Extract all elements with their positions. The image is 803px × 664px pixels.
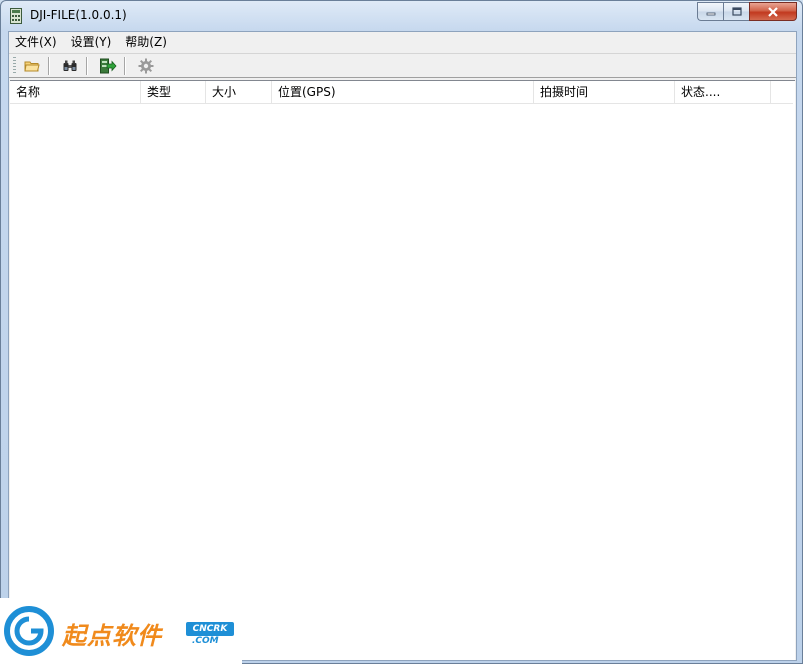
gear-icon [138,58,154,73]
menu-file[interactable]: 文件(X) [9,32,64,52]
watermark-badge: CNCRK [186,622,234,636]
watermark-brand: 起点软件 [62,621,162,650]
column-header-capture-time[interactable]: 拍摄时间 [534,81,675,103]
caption-buttons [697,2,797,22]
file-list[interactable]: 名称 类型 大小 位置(GPS) 拍摄时间 状态.... [10,80,795,660]
column-header-location[interactable]: 位置(GPS) [272,81,534,103]
column-header-name[interactable]: 名称 [10,81,141,103]
toolbar-separator [86,56,88,75]
watermark: 起点软件 CNCRK .COM [0,598,242,664]
watermark-logo-icon [4,606,54,656]
export-icon [100,58,117,73]
minimize-icon [706,12,715,15]
settings-button[interactable] [134,55,158,77]
toolbar [9,53,796,78]
maximize-button[interactable] [723,2,749,21]
toolbar-grip[interactable] [13,56,16,75]
toolbar-separator [124,56,126,75]
minimize-button[interactable] [697,2,723,21]
open-folder-button[interactable] [20,55,44,77]
column-header-size[interactable]: 大小 [206,81,272,103]
binoculars-icon [63,60,77,71]
watermark-domain: .COM [192,636,219,646]
folder-open-icon [24,61,40,71]
close-button[interactable] [749,2,797,21]
title-bar[interactable]: DJI-FILE(1.0.0.1) [1,1,802,31]
menu-help[interactable]: 帮助(Z) [118,32,174,52]
list-header: 名称 类型 大小 位置(GPS) 拍摄时间 状态.... [10,81,793,104]
toolbar-separator [48,56,50,75]
menu-settings[interactable]: 设置(Y) [64,32,119,52]
maximize-icon [731,7,742,16]
column-header-type[interactable]: 类型 [141,81,206,103]
app-icon [10,8,22,24]
export-button[interactable] [96,55,120,77]
close-icon [768,6,778,17]
search-button[interactable] [58,55,82,77]
menu-bar: 文件(X) 设置(Y) 帮助(Z) [9,32,796,52]
window-title: DJI-FILE(1.0.0.1) [30,8,127,22]
app-window: DJI-FILE(1.0.0.1) 文件(X) 设置(Y) 帮助(Z) 名称 类… [0,0,803,664]
column-header-status[interactable]: 状态.... [675,81,771,103]
client-area: 文件(X) 设置(Y) 帮助(Z) 名称 类型 大小 位置(GPS) 拍摄时间 … [8,31,797,661]
